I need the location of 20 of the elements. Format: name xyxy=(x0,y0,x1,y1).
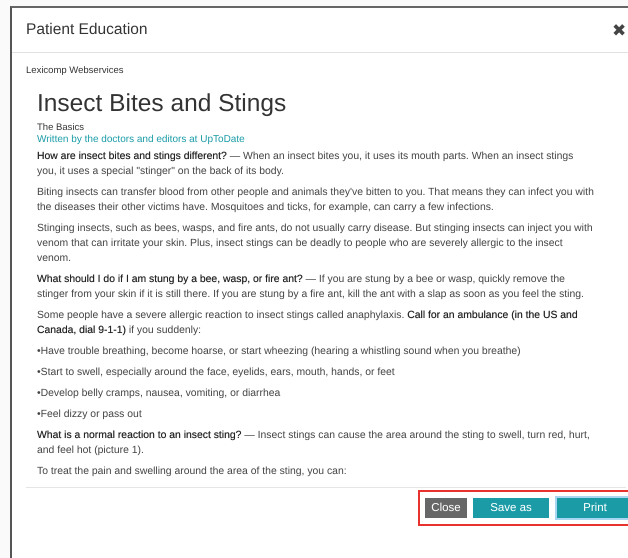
close-button[interactable]: Close xyxy=(425,498,467,518)
article-paragraph: Stinging insects, such as bees, wasps, and fire ants, do not usually carry disease. But stinging insects can inject you with venom that can irritate your skin. Plus, insect stings can be deadly to people who are severely allergic to the insect venom. xyxy=(37,222,594,266)
article-paragraph: To treat the pain and swelling around the area of the sting, you can: xyxy=(37,465,348,479)
article-paragraph: •Start to swell, especially around the face, eyelids, ears, mouth, hands, or feet xyxy=(37,366,396,380)
byline-link[interactable]: Written by the doctors and editors at UpToDate xyxy=(37,134,594,145)
source-label: Lexicomp Webservices xyxy=(26,65,125,76)
article-paragraph: •Have trouble breathing, become hoarse, or start wheezing (hearing a whistling sound when you breathe) xyxy=(37,345,522,359)
article-paragraph: Some people have a severe allergic reaction to insect stings called anaphylaxis. Call for an ambulance (in the US and Canada, dial 9-1-1) if you suddenly: xyxy=(37,309,579,338)
article-subtitle: The Basics xyxy=(37,122,85,133)
article-paragraph: What is a normal reaction to an insect sting? — Insect stings can cause the area around the sting to swell, turn red, hurt, and feel hot (picture 1). xyxy=(37,429,591,458)
article-paragraph: What should I do if I am stung by a bee, wasp, or fire ant? — If you are stung by a bee or wasp, quickly remove the stinger from your skin if it is still there. If you are stung by a fire ant, kill the ant with a slap as soon as you feel the sting. xyxy=(37,273,585,302)
article-title: Insect Bites and Stings xyxy=(37,90,288,118)
action-button[interactable]: Print xyxy=(557,498,628,518)
article-paragraph: •Feel dizzy or pass out xyxy=(37,408,143,422)
article-paragraph: •Develop belly cramps, nausea, vomiting, or diarrhea xyxy=(37,387,282,401)
dialog-title: Patient Education xyxy=(26,21,148,39)
close-icon[interactable]: ✖ xyxy=(612,20,626,40)
article-paragraph: Biting insects can transfer blood from other people and animals they've bitten to you. That means they can infect you with the diseases their other victims have. Mosquitoes and ticks, for example, can carry a few infections. xyxy=(37,186,594,215)
article-paragraph: How are insect bites and stings different? — When an insect bites you, it uses its mouth parts. When an insect stings you, it uses a special "stinger" on the back of its body. xyxy=(37,150,574,179)
action-button[interactable]: Save as xyxy=(473,498,549,518)
